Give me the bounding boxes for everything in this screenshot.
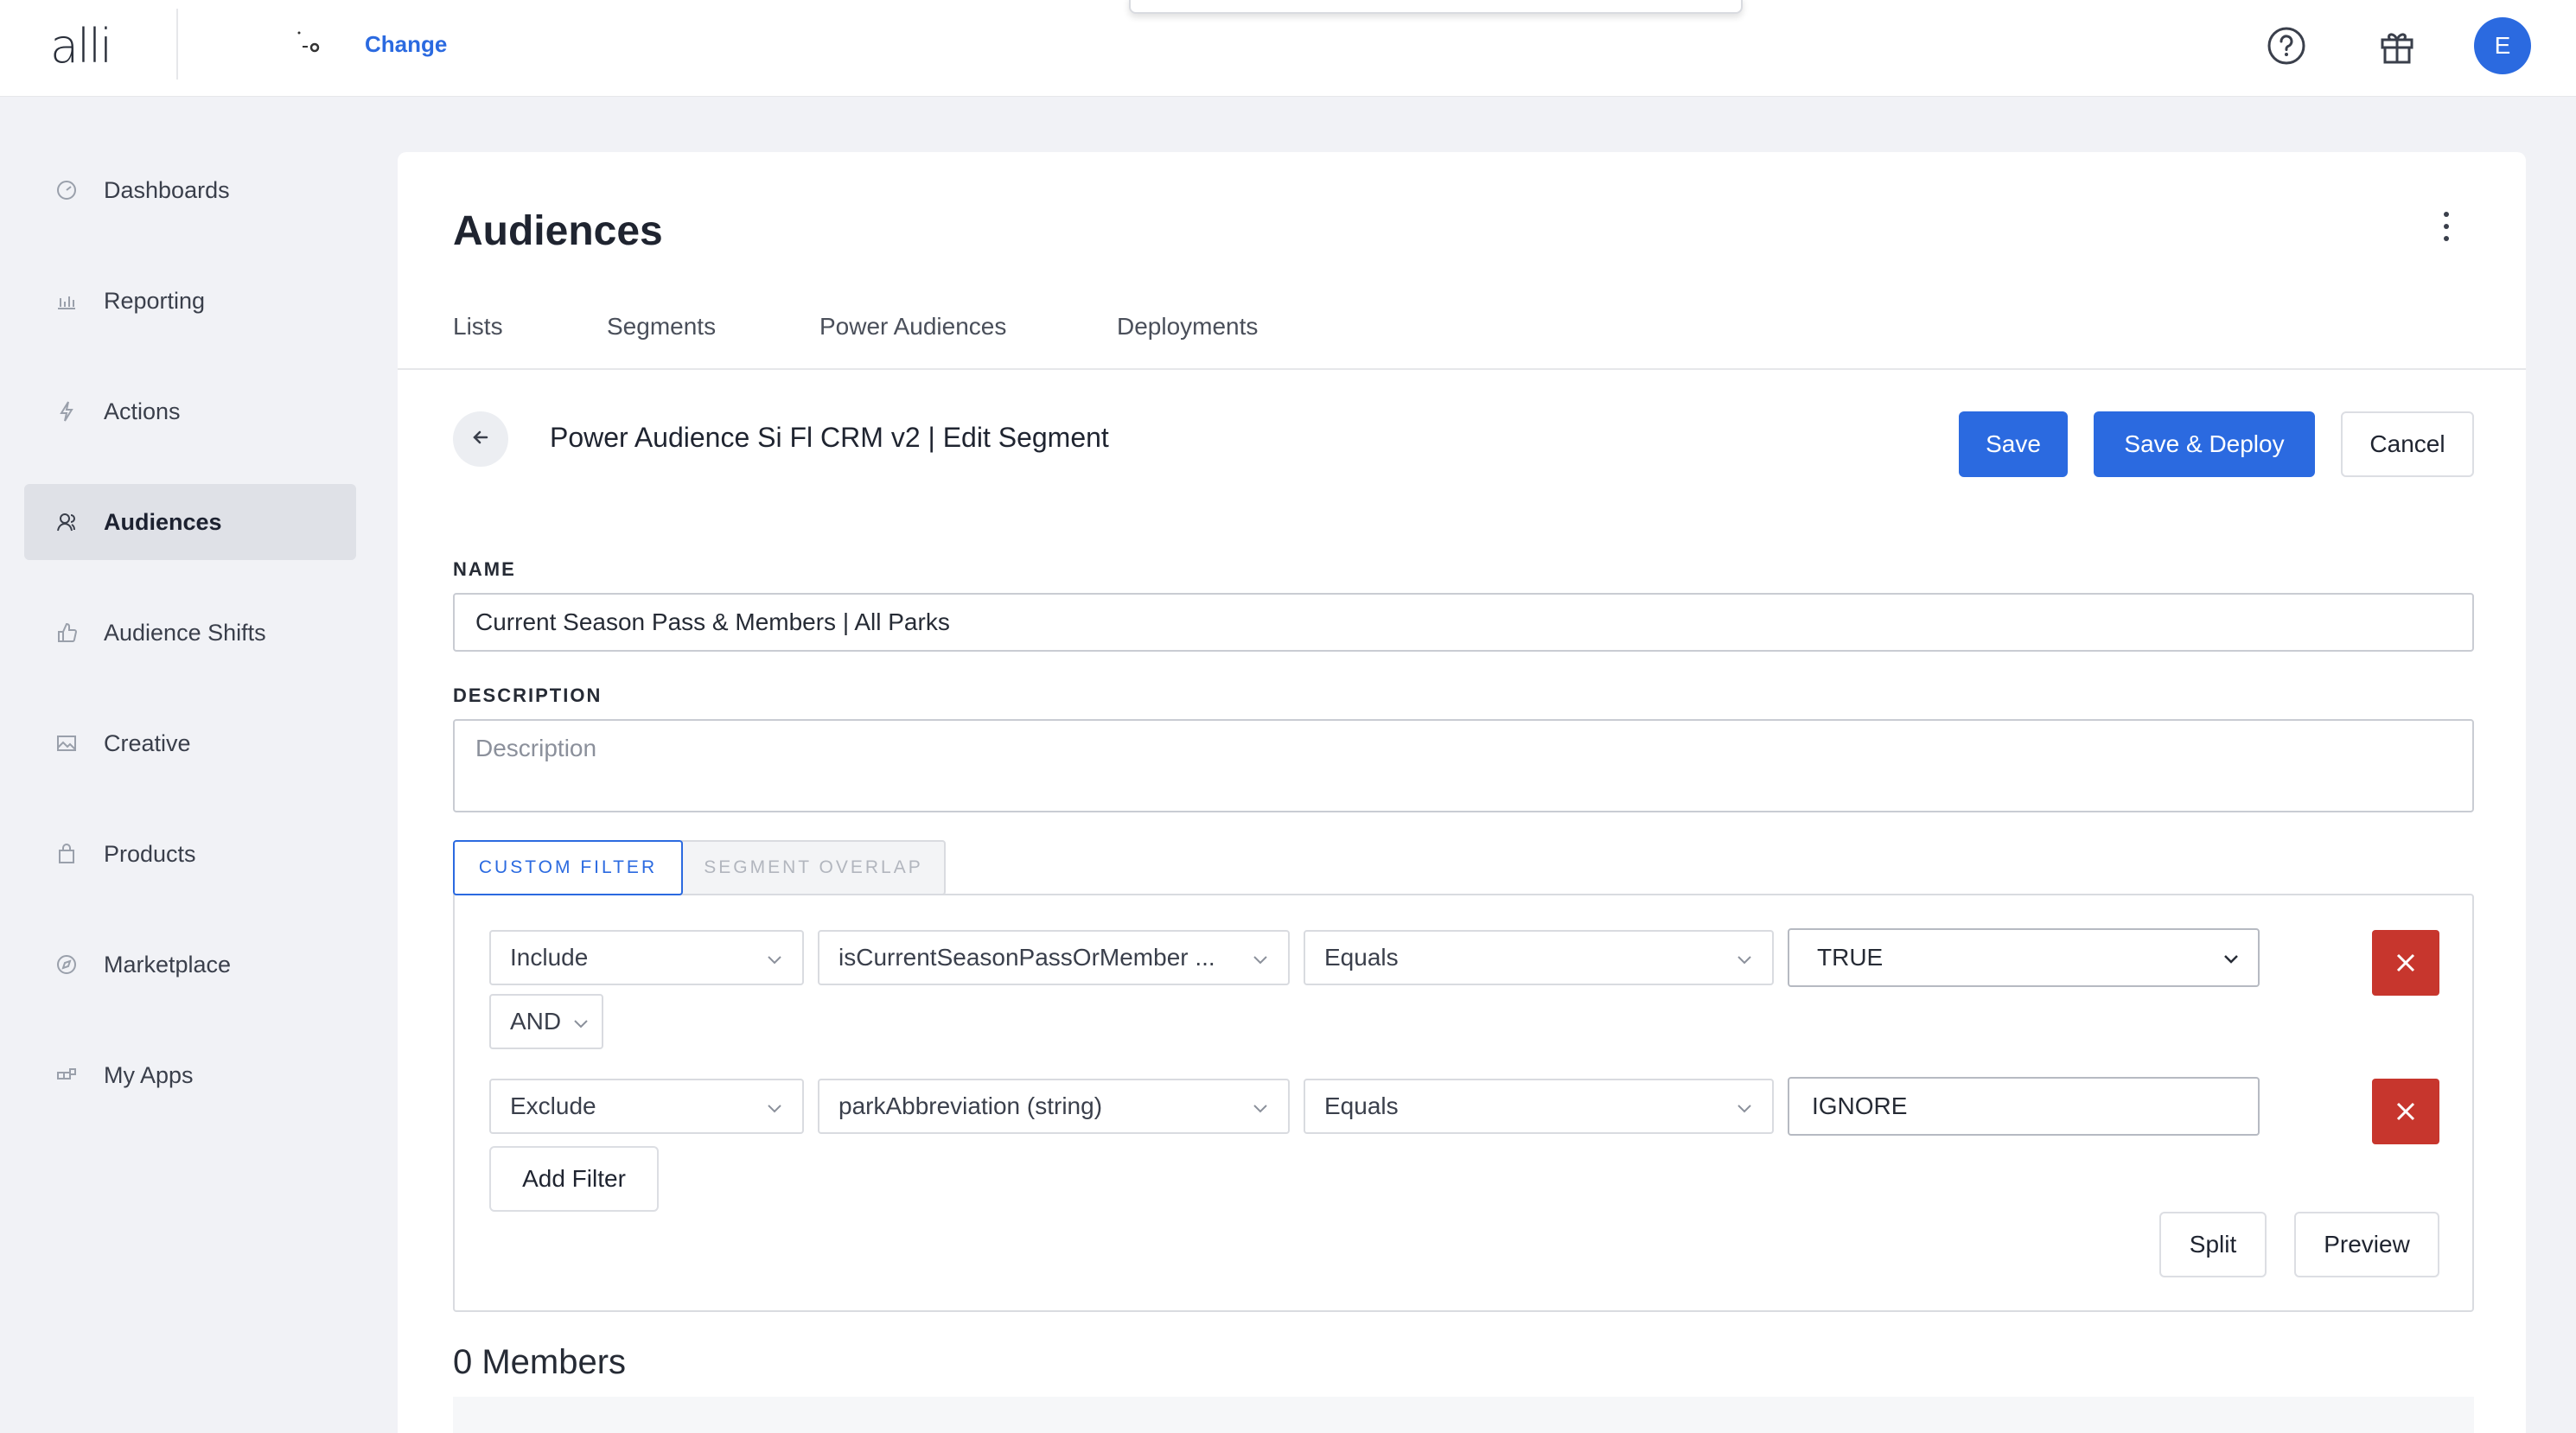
operator-select[interactable]: Equals bbox=[1304, 1079, 1774, 1134]
select-value: Exclude bbox=[510, 1092, 596, 1119]
sidebar-item-label: Audiences bbox=[104, 508, 222, 535]
top-bar: alli Change E bbox=[0, 0, 2576, 97]
sidebar-item-audience-shifts[interactable]: Audience Shifts bbox=[24, 595, 356, 671]
sidebar-item-actions[interactable]: Actions bbox=[24, 373, 356, 449]
tab-power-audiences[interactable]: Power Audiences bbox=[819, 313, 1006, 341]
compass-icon bbox=[54, 952, 80, 978]
sidebar-item-label: Products bbox=[104, 840, 196, 867]
preview-button[interactable]: Preview bbox=[2294, 1212, 2439, 1277]
bar-chart-icon bbox=[54, 288, 80, 314]
main-card: Audiences Lists Segments Power Audiences… bbox=[398, 152, 2526, 1433]
input-value: IGNORE bbox=[1812, 1092, 1908, 1119]
cancel-button[interactable]: Cancel bbox=[2341, 411, 2474, 477]
delete-filter-button[interactable] bbox=[2372, 930, 2439, 996]
value-input[interactable]: IGNORE bbox=[1788, 1077, 2260, 1136]
page-title: Audiences bbox=[453, 208, 663, 254]
logo-divider bbox=[176, 9, 178, 80]
users-icon bbox=[54, 509, 80, 535]
sidebar-item-label: Actions bbox=[104, 398, 181, 424]
split-button[interactable]: Split bbox=[2159, 1212, 2267, 1277]
value-select[interactable]: TRUE bbox=[1788, 928, 2260, 987]
sidebar-item-label: Dashboards bbox=[104, 176, 230, 203]
sidebar-item-products[interactable]: Products bbox=[24, 816, 356, 892]
include-exclude-select[interactable]: Exclude bbox=[489, 1079, 804, 1134]
delete-filter-button[interactable] bbox=[2372, 1079, 2439, 1144]
sidebar-item-marketplace[interactable]: Marketplace bbox=[24, 927, 356, 1003]
operator-select[interactable]: Equals bbox=[1304, 930, 1774, 985]
arrow-left-icon bbox=[469, 426, 492, 453]
gauge-icon bbox=[54, 177, 80, 203]
field-select[interactable]: parkAbbreviation (string) bbox=[818, 1079, 1290, 1134]
alli-logo[interactable]: alli bbox=[50, 19, 112, 73]
apps-icon bbox=[54, 1062, 80, 1088]
chevron-down-icon bbox=[1738, 956, 1751, 965]
tab-lists[interactable]: Lists bbox=[453, 313, 503, 341]
select-value: Equals bbox=[1324, 944, 1399, 971]
select-value: Include bbox=[510, 944, 589, 971]
sidebar-item-label: Audience Shifts bbox=[104, 619, 266, 646]
dropdown-panel-edge bbox=[1129, 0, 1743, 14]
chevron-down-icon bbox=[768, 1105, 781, 1113]
chevron-down-icon bbox=[1253, 956, 1267, 965]
members-count: 0 Members bbox=[453, 1343, 627, 1381]
sidebar-item-my-apps[interactable]: My Apps bbox=[24, 1037, 356, 1113]
user-avatar[interactable]: E bbox=[2474, 17, 2531, 74]
change-client-link[interactable]: Change bbox=[365, 31, 447, 58]
select-value: AND bbox=[510, 1008, 562, 1035]
tab-segments[interactable]: Segments bbox=[607, 313, 716, 341]
include-exclude-select[interactable]: Include bbox=[489, 930, 804, 985]
name-label: NAME bbox=[453, 558, 516, 580]
sidebar-item-label: Creative bbox=[104, 729, 191, 756]
name-input[interactable] bbox=[453, 593, 2474, 652]
filter-panel: Include isCurrentSeasonPassOrMember ... … bbox=[453, 894, 2474, 1312]
tab-deployments[interactable]: Deployments bbox=[1117, 313, 1258, 341]
add-filter-button[interactable]: Add Filter bbox=[489, 1146, 659, 1212]
tab-segment-overlap[interactable]: SEGMENT OVERLAP bbox=[681, 840, 946, 895]
sidebar-item-creative[interactable]: Creative bbox=[24, 705, 356, 781]
conjunction-select[interactable]: AND bbox=[489, 994, 603, 1049]
select-value: Equals bbox=[1324, 1092, 1399, 1119]
back-button[interactable] bbox=[453, 411, 508, 467]
close-icon bbox=[2396, 953, 2415, 972]
save-deploy-button[interactable]: Save & Deploy bbox=[2094, 411, 2315, 477]
chevron-down-icon bbox=[1253, 1105, 1267, 1113]
members-table-header bbox=[453, 1397, 2474, 1433]
select-value: isCurrentSeasonPassOrMember ... bbox=[838, 944, 1215, 971]
sidebar-item-label: Reporting bbox=[104, 287, 206, 314]
tab-custom-filter[interactable]: CUSTOM FILTER bbox=[453, 840, 683, 895]
gift-icon[interactable] bbox=[2377, 26, 2417, 66]
field-select[interactable]: isCurrentSeasonPassOrMember ... bbox=[818, 930, 1290, 985]
description-field[interactable] bbox=[453, 719, 2474, 812]
chevron-down-icon bbox=[2224, 955, 2238, 964]
sidebar-item-label: My Apps bbox=[104, 1061, 194, 1088]
select-value: TRUE bbox=[1817, 944, 1884, 971]
chevron-down-icon bbox=[768, 956, 781, 965]
save-button[interactable]: Save bbox=[1959, 411, 2068, 477]
tabs-divider bbox=[398, 368, 2526, 370]
description-label: DESCRIPTION bbox=[453, 685, 603, 706]
client-brand-mark bbox=[294, 28, 328, 62]
image-icon bbox=[54, 730, 80, 756]
sidebar-item-audiences[interactable]: Audiences bbox=[24, 484, 356, 560]
lightning-icon bbox=[54, 398, 80, 424]
close-icon bbox=[2396, 1102, 2415, 1121]
chevron-down-icon bbox=[574, 1020, 588, 1029]
segment-title: Power Audience Si Fl CRM v2 | Edit Segme… bbox=[550, 422, 1109, 453]
sidebar-item-reporting[interactable]: Reporting bbox=[24, 263, 356, 339]
help-circle-icon[interactable] bbox=[2267, 26, 2306, 66]
thumbs-up-icon bbox=[54, 620, 80, 646]
sidebar-item-dashboards[interactable]: Dashboards bbox=[24, 152, 356, 228]
shopping-bag-icon bbox=[54, 841, 80, 867]
sidebar-item-label: Marketplace bbox=[104, 951, 232, 978]
select-value: parkAbbreviation (string) bbox=[838, 1092, 1103, 1119]
chevron-down-icon bbox=[1738, 1105, 1751, 1113]
more-options-icon[interactable] bbox=[2438, 209, 2455, 247]
